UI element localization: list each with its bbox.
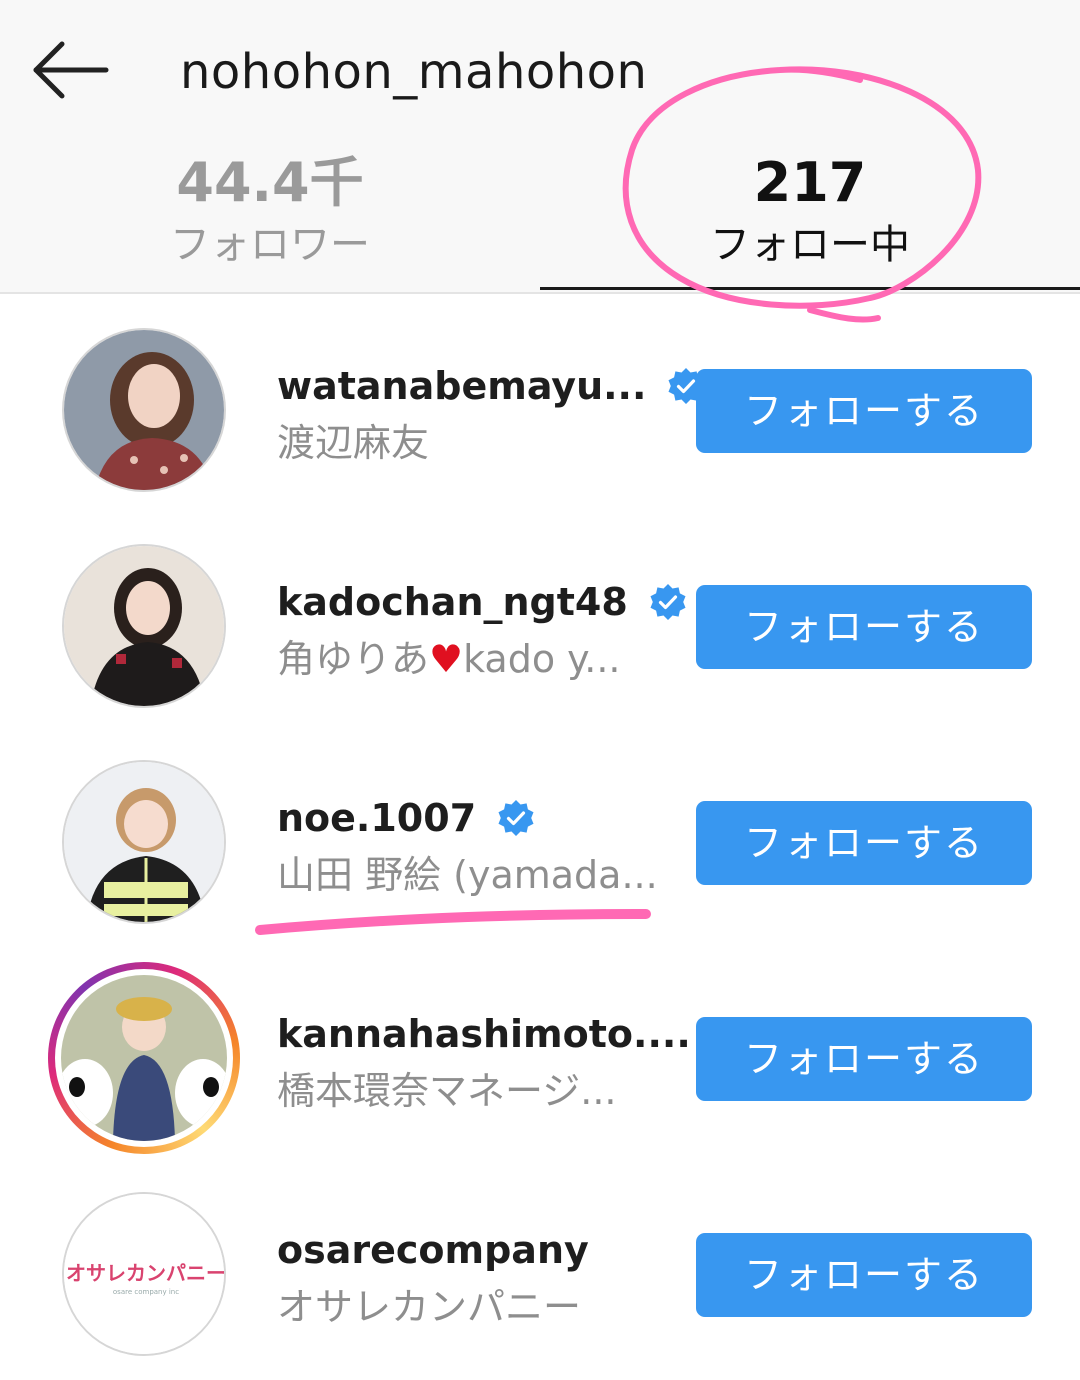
avatar[interactable] bbox=[62, 760, 226, 924]
user-full-name: オサレカンパニー bbox=[277, 1285, 582, 1329]
user-handle[interactable]: osarecompany bbox=[277, 1224, 589, 1276]
user-full-name: 山田 野絵 (yamada... bbox=[277, 853, 658, 897]
arrow-left-icon bbox=[33, 41, 109, 99]
heart-icon: ♥ bbox=[429, 637, 464, 681]
back-button[interactable] bbox=[30, 38, 110, 102]
list-item: オサレカンパニー osare company inc osarecompany … bbox=[0, 1158, 1080, 1374]
verified-badge-icon bbox=[498, 800, 534, 836]
user-handle[interactable]: noe.1007 bbox=[277, 792, 536, 844]
user-full-name: 角ゆりあ♥kado y... bbox=[277, 637, 621, 681]
user-full-name: 渡辺麻友 bbox=[277, 421, 430, 465]
active-tab-indicator bbox=[540, 287, 1080, 290]
logo-subtext: osare company inc bbox=[113, 1288, 179, 1296]
follow-button[interactable]: フォローする bbox=[696, 801, 1032, 885]
verified-badge-icon bbox=[650, 584, 686, 620]
avatar-logo[interactable]: オサレカンパニー osare company inc bbox=[62, 1192, 226, 1356]
avatar[interactable] bbox=[62, 544, 226, 708]
tab-followers[interactable]: 44.4千 フォロワー bbox=[0, 140, 540, 290]
avatar[interactable] bbox=[62, 328, 226, 492]
avatar-with-story-ring[interactable] bbox=[48, 962, 240, 1154]
user-full-name: 橋本環奈マネージ... bbox=[277, 1069, 617, 1113]
user-handle[interactable]: kannahashimoto.... bbox=[277, 1008, 691, 1060]
logo-text: オサレカンパニー bbox=[66, 1261, 226, 1285]
follow-button[interactable]: フォローする bbox=[696, 1233, 1032, 1317]
follow-button[interactable]: フォローする bbox=[696, 585, 1032, 669]
profile-username: nohohon_mahohon bbox=[180, 44, 648, 100]
list-item: kannahashimoto.... 橋本環奈マネージ... フォローする bbox=[0, 942, 1080, 1158]
list-item: kadochan_ngt48 角ゆりあ♥kado y... フォローする bbox=[0, 510, 1080, 726]
header-bar: nohohon_mahohon 44.4千 フォロワー 217 フォロー中 bbox=[0, 0, 1080, 294]
list-item: watanabemayu... 渡辺麻友 フォローする bbox=[0, 294, 1080, 510]
follow-button[interactable]: フォローする bbox=[696, 369, 1032, 453]
tab-following[interactable]: 217 フォロー中 bbox=[540, 140, 1080, 290]
follow-button[interactable]: フォローする bbox=[696, 1017, 1032, 1101]
followers-label: フォロワー bbox=[170, 222, 370, 268]
followers-count: 44.4千 bbox=[176, 151, 364, 214]
list-item: noe.1007 山田 野絵 (yamada... フォローする bbox=[0, 726, 1080, 942]
following-label: フォロー中 bbox=[710, 222, 910, 268]
user-handle[interactable]: watanabemayu... bbox=[277, 360, 706, 412]
user-handle[interactable]: kadochan_ngt48 bbox=[277, 576, 688, 628]
following-count: 217 bbox=[753, 151, 867, 214]
